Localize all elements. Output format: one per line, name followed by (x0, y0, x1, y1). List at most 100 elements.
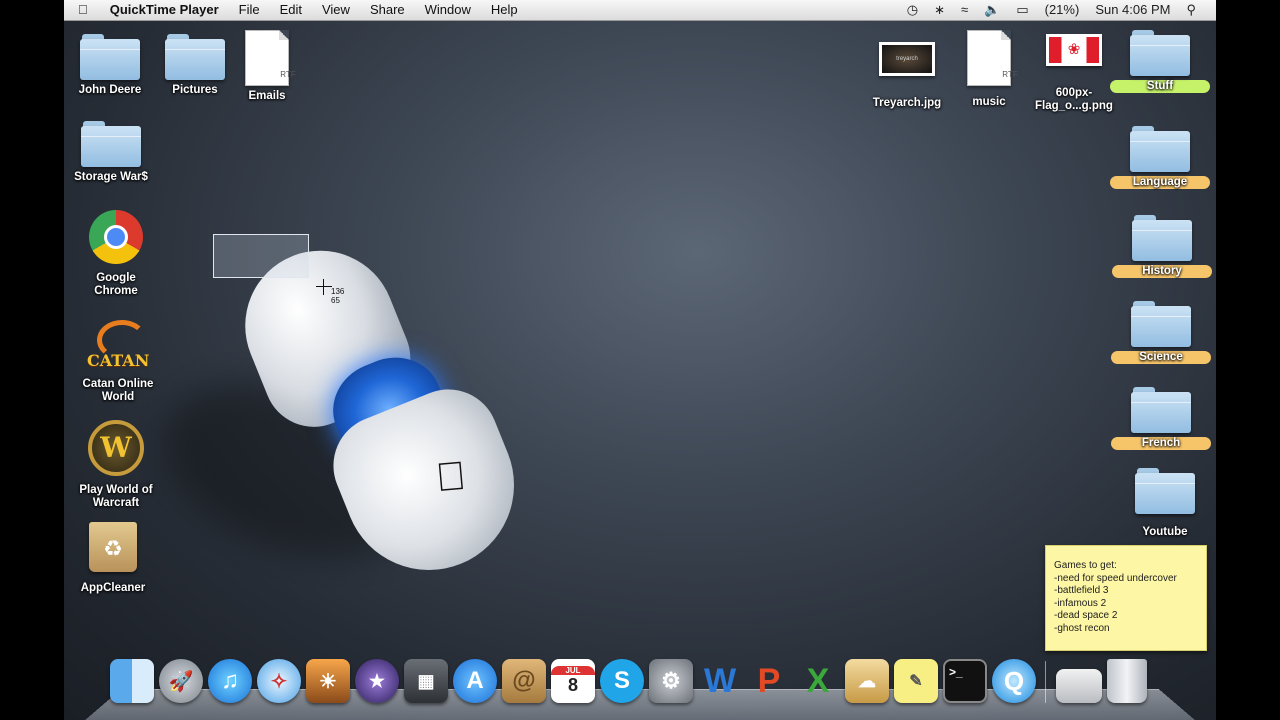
warcraft-icon: W (88, 420, 144, 476)
wifi-icon[interactable]: ≈ (953, 0, 976, 20)
desktop-icon-flag-png[interactable]: ❀ 600px- Flag_o...g.png (1024, 34, 1124, 113)
sticky-line: -need for speed undercover (1054, 572, 1177, 584)
battery-percent: (21%) (1044, 2, 1080, 17)
crosshair-cursor-icon (316, 279, 332, 295)
launchpad-icon[interactable]: 🚀 (159, 659, 203, 703)
appcleaner-icon: ♻ (89, 522, 137, 572)
folder-icon (80, 34, 140, 80)
desktop-folder-language[interactable]: Language (1110, 126, 1210, 189)
catan-icon: CATAN (87, 316, 149, 372)
menu-view[interactable]: View (312, 0, 360, 20)
menu-window[interactable]: Window (415, 0, 481, 20)
folder-tag-label: Language (1110, 176, 1210, 189)
catan-logo-text: CATAN (87, 351, 150, 370)
desktop-icon-label: Youtube (1142, 526, 1188, 538)
preview-icon[interactable]: ☁ (845, 659, 889, 703)
desktop-folder-stuff[interactable]: Stuff (1110, 30, 1210, 93)
sticky-line: -ghost recon (1054, 622, 1110, 634)
folder-tag-label: Science (1111, 351, 1211, 364)
iphoto-icon[interactable]: ☀ (306, 659, 350, 703)
volume-icon[interactable]: 🔈 (976, 0, 1008, 20)
battery-icon[interactable]: ▭ (1008, 0, 1036, 20)
desktop-icon-storage-wars[interactable]: Storage War$ (64, 121, 161, 184)
desktop-icon-play-world-of-warcraft[interactable]: W Play World of Warcraft (66, 420, 166, 510)
quicktime-icon[interactable]: Q (992, 659, 1036, 703)
menu-clock[interactable]: Sun 4:06 PM (1087, 0, 1178, 20)
menu-file[interactable]: File (229, 0, 270, 20)
skype-icon[interactable]: S (600, 659, 644, 703)
desktop-folder-youtube[interactable]: Youtube (1115, 468, 1215, 539)
ical-day: 8 (567, 675, 578, 695)
terminal-icon[interactable]: >_ (943, 659, 987, 703)
spotlight-search-icon[interactable]: ⚲ (1178, 0, 1216, 20)
app-store-icon[interactable]: A (453, 659, 497, 703)
ical-icon[interactable]: JUL 8 (551, 659, 595, 703)
bluetooth-icon[interactable]: ∗ (926, 0, 953, 20)
folder-icon (1131, 301, 1191, 347)
selection-coordinates: 136 65 (331, 287, 344, 305)
desktop-folder-science[interactable]: Science (1111, 301, 1211, 364)
desktop-folder-history[interactable]: History (1112, 215, 1212, 278)
sticky-line: -battlefield 3 (1054, 585, 1109, 597)
safari-icon[interactable]: ✧ (257, 659, 301, 703)
folder-tag-label: History (1112, 265, 1212, 278)
itunes-icon[interactable]: ♫ (208, 659, 252, 703)
time-machine-icon[interactable]: ◷ (899, 0, 926, 20)
folder-icon (81, 121, 141, 167)
stickies-icon[interactable]: ✎ (894, 659, 938, 703)
rtf-badge: RTF (280, 70, 296, 79)
system-preferences-icon[interactable]: ⚙ (649, 659, 693, 703)
apple-menu-icon[interactable]:  (64, 0, 100, 20)
folder-tag-label: French (1111, 437, 1211, 450)
excel-icon[interactable]: X (796, 659, 840, 703)
desktop-icon-label: Catan Online World (82, 378, 154, 403)
word-icon[interactable]: W (698, 659, 742, 703)
sticky-line: -dead space 2 (1054, 610, 1118, 622)
desktop-icon-catan-online-world[interactable]: CATAN Catan Online World (68, 316, 168, 404)
dashboard-icon[interactable]: ★ (355, 659, 399, 703)
image-capture-icon[interactable]: ▦ (404, 659, 448, 703)
desktop-icon-label: AppCleaner (80, 582, 146, 594)
desktop-icon-label: Google Chrome (94, 272, 138, 297)
desktop[interactable]:  QuickTime Player File Edit View Share … (64, 0, 1216, 720)
wallpaper-apple-logo-icon:  (434, 454, 468, 501)
sticky-line: -infamous 2 (1054, 597, 1107, 609)
canadian-flag-thumbnail-icon: ❀ (1046, 34, 1102, 66)
menu-edit[interactable]: Edit (270, 0, 312, 20)
minimized-window-icon[interactable] (1056, 669, 1102, 703)
menu-app-name[interactable]: QuickTime Player (100, 0, 229, 20)
desktop-icon-label: Play World of Warcraft (79, 484, 153, 509)
finder-icon[interactable] (110, 659, 154, 703)
selection-width: 136 (331, 287, 345, 296)
folder-icon (1132, 215, 1192, 261)
sticky-note[interactable]: Games to get: -need for speed undercover… (1045, 545, 1207, 651)
desktop-icon-label: Storage War$ (74, 171, 148, 183)
rtf-document-icon: RTF (967, 30, 1018, 86)
address-book-icon[interactable]: @ (502, 659, 546, 703)
desktop-folder-french[interactable]: French (1111, 387, 1211, 450)
menu-share[interactable]: Share (360, 0, 415, 20)
folder-icon (1131, 387, 1191, 433)
selection-height: 65 (331, 296, 340, 305)
desktop-icon-label: 600px- Flag_o...g.png (1035, 87, 1113, 112)
menu-help[interactable]: Help (481, 0, 528, 20)
dock-separator (1045, 661, 1046, 703)
desktop-icon-appcleaner[interactable]: ♻ AppCleaner (64, 522, 163, 595)
chrome-icon (89, 210, 143, 264)
folder-icon (165, 34, 225, 80)
dock: 🚀 ♫ ✧ ☀ ★ ▦ A @ JUL 8 S ⚙ W P X ☁ ✎ >_ Q (110, 657, 1190, 703)
folder-icon (1135, 468, 1195, 514)
desktop-icon-google-chrome[interactable]: Google Chrome (66, 210, 166, 298)
screenshot-selection-rectangle[interactable] (213, 234, 309, 278)
ical-month: JUL (551, 666, 595, 675)
menu-extras: ◷ ∗ ≈ 🔈 ▭ (21%) Sun 4:06 PM ⚲ (899, 0, 1216, 20)
folder-icon (1130, 30, 1190, 76)
powerpoint-icon[interactable]: P (747, 659, 791, 703)
image-thumbnail-icon: treyarch (879, 42, 935, 76)
folder-tag-label: Stuff (1110, 80, 1210, 93)
trash-icon[interactable] (1107, 659, 1147, 703)
rtf-document-icon: RTF (245, 30, 296, 86)
folder-icon (1130, 126, 1190, 172)
desktop-icon-emails[interactable]: RTF Emails (217, 30, 317, 103)
desktop-icon-label: Emails (248, 90, 286, 102)
